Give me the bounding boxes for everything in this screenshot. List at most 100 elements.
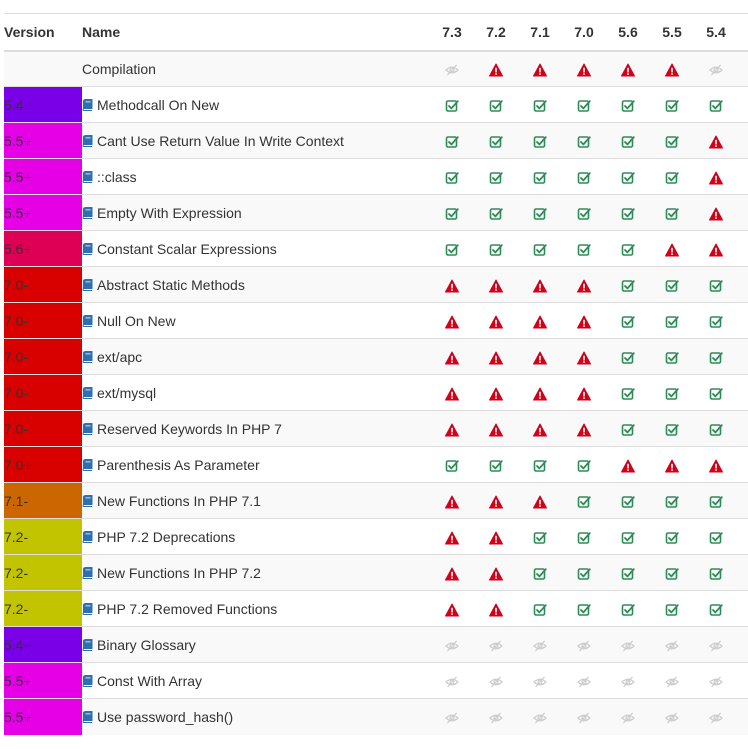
status-cell-php-7-0	[562, 626, 606, 663]
check-square-icon	[709, 384, 723, 400]
book-icon[interactable]	[82, 97, 97, 113]
status-cell-php-5	[738, 518, 748, 555]
status-cell-php-7-2	[474, 626, 518, 663]
status-cell-php-5-4	[694, 662, 738, 699]
status-cell-php-7-1	[518, 122, 562, 159]
status-cell-php-7-2	[474, 446, 518, 483]
check-square-icon	[577, 528, 591, 544]
warning-triangle-icon	[709, 240, 723, 257]
header-name[interactable]: Name	[82, 13, 430, 52]
analysis-name-link[interactable]: Empty With Expression	[97, 205, 242, 221]
status-cell-php-5-4	[694, 698, 738, 735]
book-icon[interactable]	[82, 241, 97, 257]
status-cell-php-7-2	[474, 518, 518, 555]
status-cell-php-7-2	[474, 50, 518, 87]
book-icon[interactable]	[82, 637, 97, 653]
analysis-name-link[interactable]: Methodcall On New	[97, 97, 219, 113]
book-icon[interactable]	[82, 493, 97, 509]
book-icon[interactable]	[82, 421, 97, 437]
status-cell-php-5-5	[650, 122, 694, 159]
warning-triangle-icon	[533, 420, 547, 437]
header-php-5[interactable]: 5	[738, 13, 748, 52]
header-row: Version Name 7.3 7.2 7.1 7.0 5.6 5.5 5.4…	[4, 13, 748, 52]
check-square-icon	[665, 132, 679, 148]
header-php-7-1[interactable]: 7.1	[518, 13, 562, 52]
header-php-7-3[interactable]: 7.3	[430, 13, 474, 52]
check-square-icon	[489, 168, 503, 184]
table-row: 5.5+ Empty With Expression	[4, 194, 748, 231]
analysis-name-link[interactable]: Constant Scalar Expressions	[97, 241, 277, 257]
book-icon[interactable]	[82, 205, 97, 221]
analysis-name-link[interactable]: Cant Use Return Value In Write Context	[97, 133, 344, 149]
book-icon[interactable]	[82, 313, 97, 329]
book-icon[interactable]	[82, 385, 97, 401]
status-cell-php-5-5	[650, 626, 694, 663]
book-icon[interactable]	[82, 565, 97, 581]
status-cell-php-5-6	[606, 662, 650, 699]
status-cell-php-7-1	[518, 266, 562, 303]
table-row: 5.4+ Binary Glossary	[4, 626, 748, 663]
analysis-name-link[interactable]: Reserved Keywords In PHP 7	[97, 421, 282, 437]
analysis-name-link[interactable]: Abstract Static Methods	[97, 277, 245, 293]
header-php-5-4[interactable]: 5.4	[694, 13, 738, 52]
status-cell-php-7-3	[430, 266, 474, 303]
book-icon[interactable]	[82, 349, 97, 365]
analysis-name-link[interactable]: ext/apc	[97, 349, 142, 365]
analysis-name-link[interactable]: Parenthesis As Parameter	[97, 457, 260, 473]
check-square-icon	[445, 204, 459, 220]
status-cell-php-7-3	[430, 86, 474, 123]
status-cell-php-7-3	[430, 230, 474, 267]
analysis-name-link[interactable]: PHP 7.2 Deprecations	[97, 529, 235, 545]
warning-triangle-icon	[533, 276, 547, 293]
book-icon[interactable]	[82, 277, 97, 293]
status-cell-php-5	[738, 446, 748, 483]
analysis-name-link[interactable]: New Functions In PHP 7.1	[97, 493, 261, 509]
check-square-icon	[577, 204, 591, 220]
header-php-5-6[interactable]: 5.6	[606, 13, 650, 52]
check-square-icon	[621, 420, 635, 436]
version-badge: 7.2-	[4, 554, 82, 591]
analysis-name-link[interactable]: ext/mysql	[97, 385, 156, 401]
warning-triangle-icon	[489, 492, 503, 509]
check-square-icon	[621, 96, 635, 112]
status-cell-php-7-0	[562, 482, 606, 519]
book-icon[interactable]	[82, 457, 97, 473]
status-cell-php-7-0	[562, 266, 606, 303]
version-badge: 7.1-	[4, 482, 82, 519]
status-cell-php-5-6	[606, 122, 650, 159]
eye-slash-icon	[709, 61, 723, 77]
book-icon[interactable]	[82, 529, 97, 545]
analysis-name-link[interactable]: Const With Array	[97, 673, 202, 689]
check-square-icon	[577, 492, 591, 508]
header-php-7-2[interactable]: 7.2	[474, 13, 518, 52]
book-icon[interactable]	[82, 673, 97, 689]
table-row: 7.0- Null On New	[4, 302, 748, 339]
analysis-name-link[interactable]: ::class	[97, 169, 137, 185]
status-cell-php-7-0	[562, 446, 606, 483]
analysis-name-link[interactable]: PHP 7.2 Removed Functions	[97, 601, 277, 617]
book-icon[interactable]	[82, 709, 97, 725]
check-square-icon	[533, 240, 547, 256]
status-cell-php-5-5	[650, 410, 694, 447]
analysis-name-link[interactable]: New Functions In PHP 7.2	[97, 565, 261, 581]
status-cell-php-5-5	[650, 230, 694, 267]
header-version[interactable]: Version	[4, 13, 82, 52]
status-cell-php-7-0	[562, 122, 606, 159]
book-icon[interactable]	[82, 169, 97, 185]
book-icon[interactable]	[82, 601, 97, 617]
status-cell-php-5-4	[694, 554, 738, 591]
table-row: 7.0- Abstract Static Methods	[4, 266, 748, 303]
header-php-7-0[interactable]: 7.0	[562, 13, 606, 52]
eye-slash-icon	[621, 672, 635, 688]
book-icon[interactable]	[82, 133, 97, 149]
analysis-name-link[interactable]: Binary Glossary	[97, 637, 196, 653]
status-cell-php-5	[738, 338, 748, 375]
analysis-name-link[interactable]: Null On New	[97, 313, 176, 329]
status-cell-php-5-5	[650, 446, 694, 483]
table-row: 5.5+::class	[4, 158, 748, 195]
status-cell-php-5-4	[694, 374, 738, 411]
analysis-name-cell: ext/apc	[82, 338, 430, 375]
header-php-5-5[interactable]: 5.5	[650, 13, 694, 52]
status-cell-php-5-5	[650, 590, 694, 627]
analysis-name-link[interactable]: Use password_hash()	[97, 709, 233, 725]
